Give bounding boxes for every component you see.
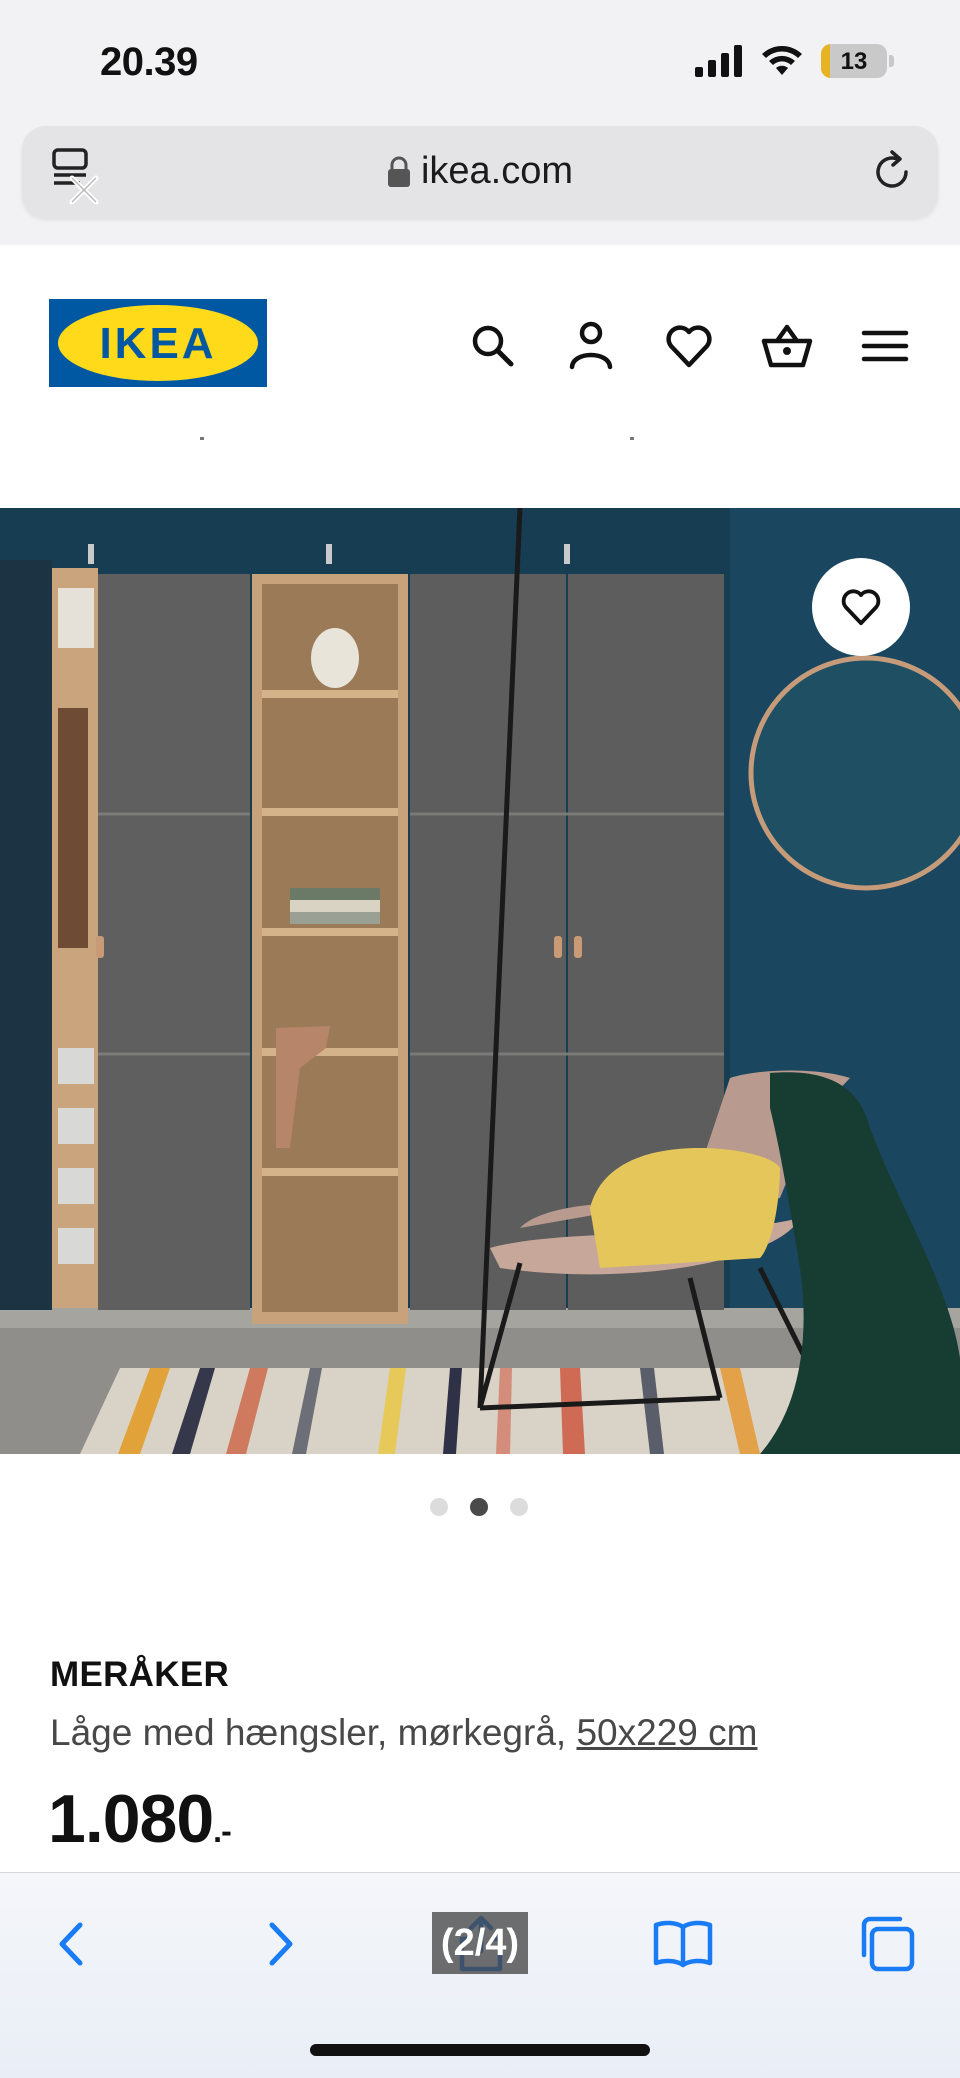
status-time: 20.39 bbox=[100, 40, 198, 84]
price-suffix: .- bbox=[213, 1813, 232, 1849]
home-indicator[interactable] bbox=[310, 2044, 650, 2056]
add-to-favourites-button[interactable] bbox=[812, 558, 910, 656]
shopping-basket-icon[interactable] bbox=[760, 319, 814, 373]
heart-icon bbox=[841, 589, 881, 626]
carousel-dot[interactable] bbox=[510, 1498, 528, 1516]
address-bar[interactable]: ikea.com bbox=[22, 126, 938, 218]
url-text: ikea.com bbox=[420, 150, 574, 192]
bookmarks-icon[interactable] bbox=[652, 1913, 714, 1975]
product-name: MERÅKER bbox=[50, 1655, 230, 1694]
product-price: 1.080.- bbox=[48, 1780, 232, 1858]
lock-icon bbox=[387, 156, 410, 187]
battery-cap bbox=[889, 55, 894, 67]
favourites-heart-icon[interactable] bbox=[662, 319, 716, 373]
status-icons: 13 bbox=[695, 44, 894, 78]
url-display[interactable]: ikea.com bbox=[22, 150, 938, 193]
page-counter-overlay: (2/4) bbox=[432, 1912, 528, 1974]
header-divider-mark bbox=[200, 437, 204, 440]
site-header: IKEA bbox=[0, 245, 960, 510]
product-image[interactable] bbox=[0, 508, 960, 1454]
wifi-icon bbox=[762, 46, 802, 75]
back-icon[interactable] bbox=[42, 1913, 104, 1975]
wardrobe-room-illustration bbox=[0, 508, 960, 1454]
tabs-icon[interactable] bbox=[856, 1913, 918, 1975]
search-icon[interactable] bbox=[466, 319, 520, 373]
status-bar: 20.39 13 bbox=[0, 0, 960, 120]
carousel-dot[interactable] bbox=[430, 1498, 448, 1516]
cellular-signal-icon bbox=[695, 45, 742, 77]
carousel-dot-active[interactable] bbox=[470, 1498, 488, 1516]
product-description-text: Låge med hængsler, mørkegrå, bbox=[50, 1712, 577, 1753]
forward-icon[interactable] bbox=[248, 1913, 310, 1975]
battery-icon: 13 bbox=[821, 44, 887, 78]
user-icon[interactable] bbox=[564, 319, 618, 373]
header-divider-mark bbox=[630, 437, 634, 440]
ikea-logo[interactable]: IKEA bbox=[49, 299, 267, 387]
battery-level: 13 bbox=[840, 48, 868, 75]
ikea-logo-mark: IKEA bbox=[58, 305, 258, 381]
product-description: Låge med hængsler, mørkegrå, 50x229 cm bbox=[50, 1712, 757, 1754]
product-size-link[interactable]: 50x229 cm bbox=[576, 1712, 757, 1753]
price-value: 1.080 bbox=[48, 1781, 214, 1857]
svg-text:IKEA: IKEA bbox=[99, 319, 216, 368]
carousel-pagination bbox=[430, 1498, 528, 1516]
menu-icon[interactable] bbox=[858, 319, 912, 373]
reload-icon[interactable] bbox=[868, 148, 916, 196]
